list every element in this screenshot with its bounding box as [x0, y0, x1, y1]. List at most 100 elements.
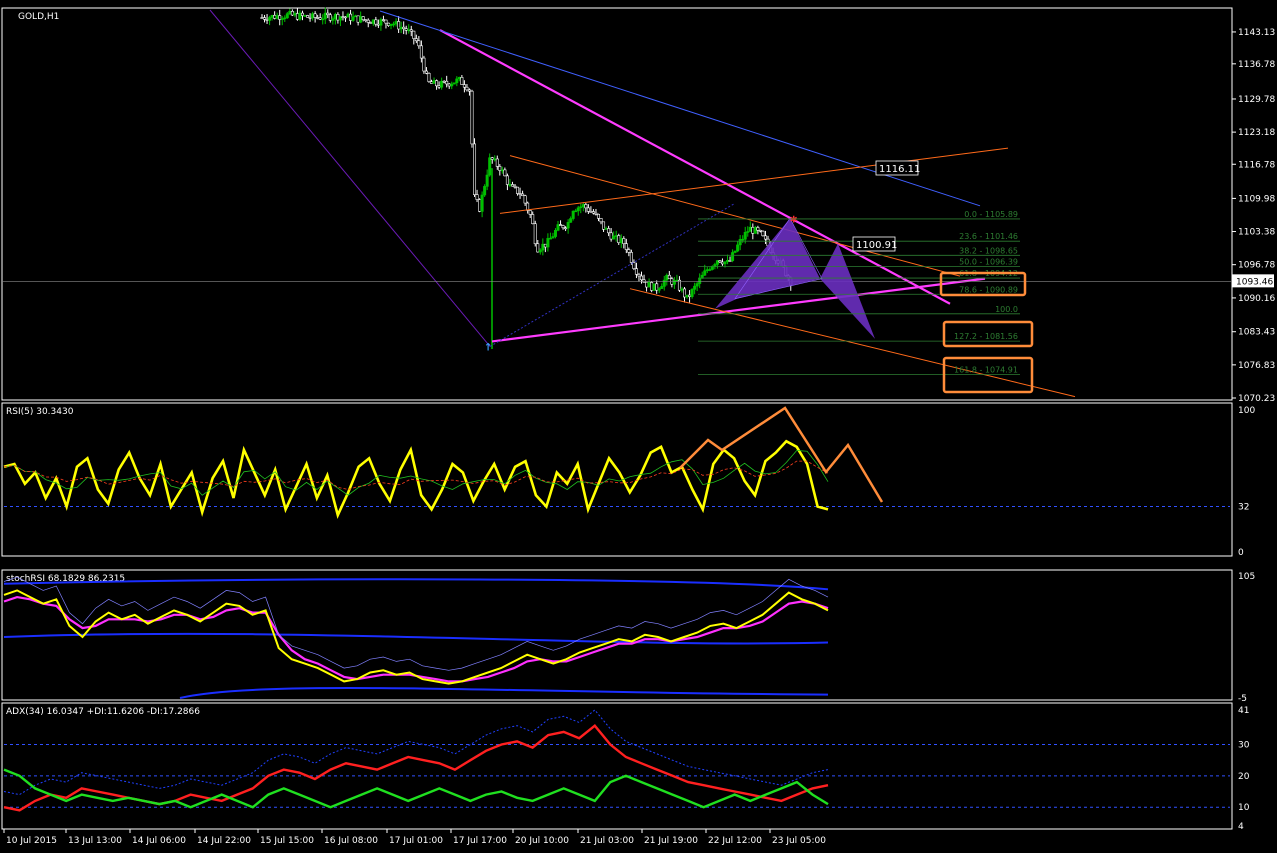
rsi-projection-arrow: [679, 406, 884, 503]
candle-body: [513, 185, 517, 188]
candle-body: [467, 89, 471, 92]
candle-body: [356, 15, 360, 23]
candle-body: [328, 14, 332, 21]
candle-body: [543, 243, 547, 248]
candle-body: [758, 229, 762, 232]
candle-body: [657, 288, 661, 291]
candle-body: [531, 214, 535, 225]
candle-body: [457, 77, 461, 80]
price-y-tick-label: 1129.78: [1238, 95, 1275, 105]
candle-body: [308, 17, 312, 19]
candle-body: [569, 218, 573, 223]
candle-body: [746, 231, 750, 233]
rsi-series-layer: [3, 406, 1230, 519]
candle-body: [445, 80, 449, 85]
axis-layer: 1143.13 1136.78 1129.78 1123.18 1116.78 1109.…: [3, 28, 1275, 846]
candle-body: [741, 238, 745, 241]
candle-body: [586, 207, 590, 212]
candle-body: [639, 275, 643, 281]
candle-body: [652, 283, 656, 291]
fib-level-label: 78.6 - 1090.89: [959, 285, 1018, 294]
candle-body: [280, 18, 284, 20]
candle-body: [409, 29, 413, 32]
rsi-y-tick-label: 100: [1238, 406, 1255, 416]
candle-body: [278, 15, 282, 20]
stoch-band-lower: [179, 687, 829, 699]
candle-body: [397, 21, 401, 30]
candle-body: [533, 223, 537, 245]
candle-body: [493, 158, 497, 161]
candle-body: [412, 30, 416, 39]
stoch-y-tick-label: -5: [1238, 694, 1247, 704]
x-tick-label: 23 Jul 05:00: [772, 836, 826, 846]
candle-body: [379, 19, 383, 26]
candle-body: [720, 261, 724, 265]
x-tick-label: 21 Jul 03:00: [580, 836, 634, 846]
candle-body: [667, 274, 671, 280]
candle-body: [265, 19, 269, 21]
candle-body: [599, 218, 603, 223]
candle-body: [619, 238, 623, 243]
candle-body: [268, 17, 272, 21]
stoch-y-tick-label: 105: [1238, 572, 1255, 582]
x-tick-label: 17 Jul 17:00: [453, 836, 507, 846]
candle-body: [566, 222, 570, 229]
current-price-label: 1093.46: [1236, 277, 1273, 287]
candle-body: [333, 14, 337, 20]
candle-body: [384, 19, 388, 24]
candle-body: [290, 11, 294, 16]
adx-y-tick-label: 20: [1238, 772, 1250, 782]
candle-body: [698, 278, 702, 284]
adx-panel-title: ADX(34) 16.0347 +DI:11.6206 -DI:17.2866: [6, 707, 200, 717]
candle-body: [260, 17, 264, 19]
candle-body: [437, 85, 441, 88]
candle-body: [622, 238, 626, 244]
x-tick-label: 20 Jul 10:00: [515, 836, 569, 846]
x-tick-label: 13 Jul 13:00: [68, 836, 122, 846]
candle-body: [369, 22, 373, 24]
candle-body: [311, 13, 315, 19]
candle-body: [728, 260, 732, 262]
candle-body: [761, 230, 765, 237]
candle-body: [473, 143, 477, 195]
adx-panel-frame: [1, 702, 1233, 830]
candle-body: [695, 283, 699, 287]
adx-y-tick-label: 41: [1238, 706, 1249, 716]
candle-body: [647, 282, 651, 288]
candle-body: [306, 15, 310, 18]
candle-body: [642, 279, 646, 283]
candle-body: [447, 83, 451, 87]
candle-body: [748, 226, 752, 232]
candle-body: [346, 13, 350, 18]
candle-body: [505, 175, 509, 185]
candle-body: [366, 19, 370, 23]
x-tick-label: 16 Jul 08:00: [324, 836, 378, 846]
stoch-band-upper: [3, 578, 829, 591]
candle-body: [389, 23, 393, 26]
candle-body: [510, 184, 514, 187]
candle-body: [354, 15, 358, 18]
candle-body: [763, 235, 767, 240]
candle-body: [495, 158, 499, 167]
candle-body: [270, 14, 274, 18]
candle-body: [323, 12, 327, 20]
price-y-tick-label: 1090.16: [1238, 294, 1275, 304]
candle-body: [637, 274, 641, 277]
candle-body: [485, 174, 489, 187]
candle-body: [604, 228, 608, 230]
price-panel-title: GOLD,H1: [18, 12, 59, 22]
adx-main-line: [3, 709, 829, 796]
trendline-blue: [379, 10, 981, 207]
candle-body: [386, 22, 390, 26]
candle-body: [693, 285, 697, 290]
highlight-box: [942, 356, 1034, 394]
candle-body: [548, 237, 552, 240]
candle-body: [338, 16, 342, 21]
candle-body: [690, 289, 694, 297]
candle-body: [285, 13, 289, 19]
fib-level-label: 50.0 - 1096.39: [959, 258, 1018, 267]
candle-body: [645, 281, 649, 288]
candle-body: [538, 249, 542, 253]
candle-body: [440, 80, 444, 88]
candle-body: [503, 169, 507, 177]
